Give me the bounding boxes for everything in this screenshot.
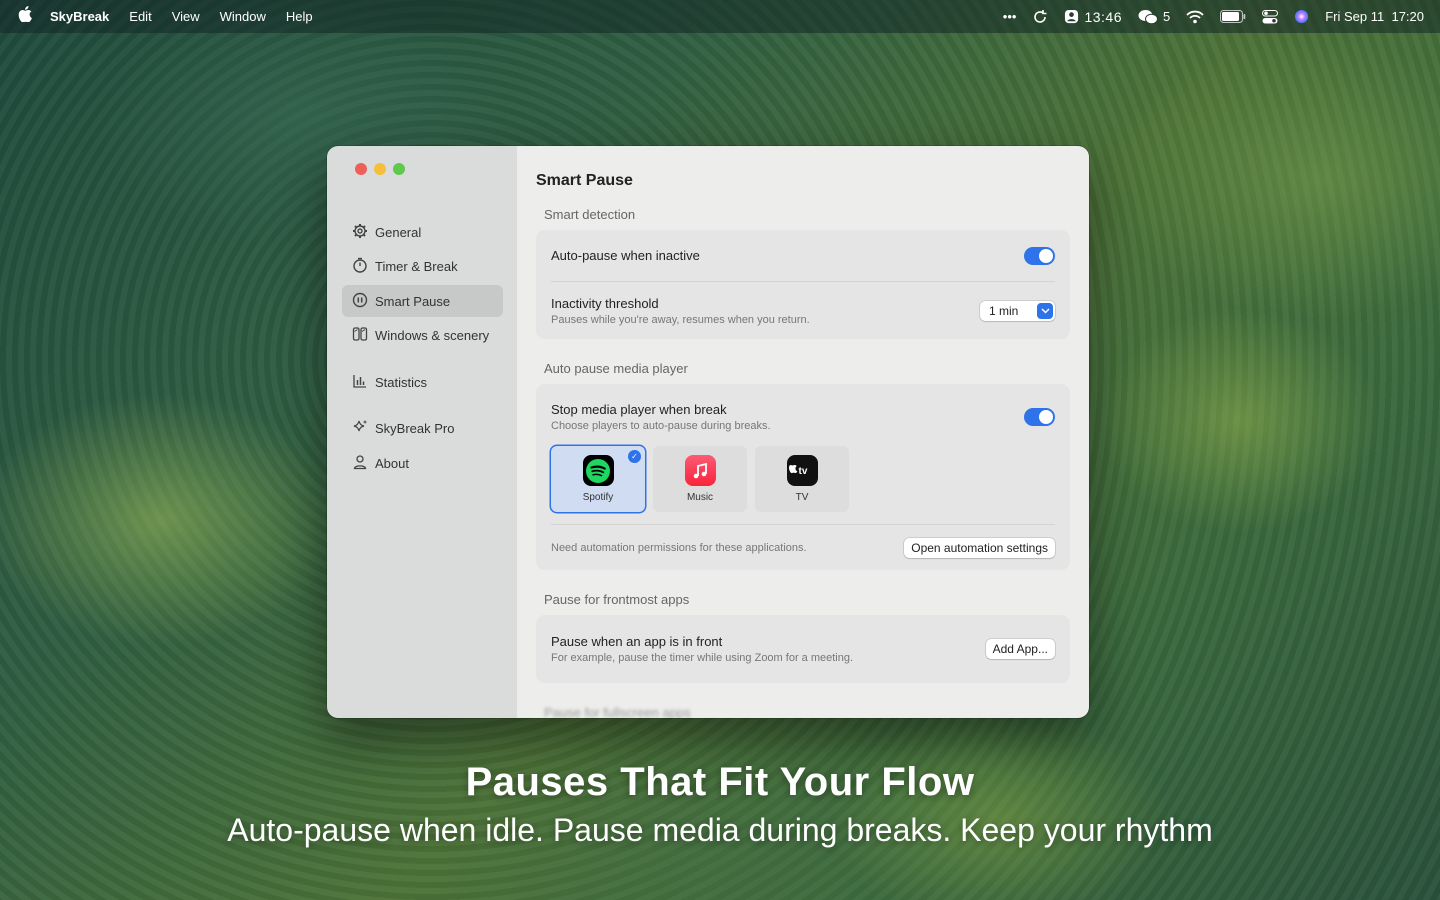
view-menu[interactable]: View — [172, 9, 200, 24]
sparkle-icon — [351, 419, 369, 438]
sidebar-item-label: SkyBreak Pro — [375, 421, 455, 436]
sidebar-item-skybreak-pro[interactable]: SkyBreak Pro — [342, 413, 503, 445]
close-button[interactable] — [355, 163, 367, 175]
media-card: Stop media player when break Choose play… — [536, 384, 1070, 570]
caption-title: Pauses That Fit Your Flow — [465, 760, 975, 804]
sidebar-item-label: About — [375, 455, 409, 471]
auto-pause-toggle[interactable] — [1024, 246, 1055, 265]
date-time[interactable]: Fri Sep 11 17:20 — [1325, 9, 1424, 24]
gear-icon — [351, 223, 369, 242]
media-player-list: ✓ Spotify Music tv TV — [551, 446, 1055, 512]
wechat-status[interactable]: 5 — [1138, 9, 1170, 25]
inactivity-threshold-description: Pauses while you're away, resumes when y… — [551, 313, 810, 326]
stop-media-label: Stop media player when break — [551, 402, 727, 417]
help-menu[interactable]: Help — [286, 9, 313, 24]
player-name: TV — [795, 492, 809, 503]
battery-icon[interactable] — [1220, 10, 1246, 23]
wifi-icon[interactable] — [1186, 10, 1204, 24]
sidebar: General Timer & Break Smart Pause Window… — [327, 146, 517, 718]
windows-icon — [351, 326, 369, 345]
sidebar-item-label: Smart Pause — [375, 293, 451, 309]
sidebar-item-label: Windows & scenery — [375, 328, 490, 343]
stop-media-description: Choose players to auto-pause during brea… — [551, 420, 771, 432]
timer-text: 13:46 — [1084, 8, 1122, 25]
spotify-icon — [582, 455, 614, 486]
chevron-down-icon — [1037, 302, 1053, 319]
skybreak-timer-status[interactable]: 13:46 — [1064, 9, 1122, 25]
more-icon[interactable]: ••• — [1003, 9, 1017, 24]
checkmark-icon: ✓ — [628, 450, 641, 463]
svg-text:tv: tv — [799, 466, 808, 477]
auto-pause-label: Auto-pause when inactive — [551, 248, 700, 263]
inactivity-threshold-select[interactable]: 1 min — [980, 300, 1055, 321]
threshold-value: 1 min — [989, 303, 1019, 318]
section-title-fullscreen: Pause for fullscreen apps — [544, 705, 691, 718]
player-spotify[interactable]: ✓ Spotify — [551, 446, 645, 512]
settings-window: General Timer & Break Smart Pause Window… — [327, 146, 1089, 718]
window-menu[interactable]: Window — [220, 9, 266, 24]
sidebar-item-label: General — [375, 224, 422, 240]
section-title-media: Auto pause media player — [544, 361, 688, 376]
inactivity-threshold-label: Inactivity threshold — [551, 295, 659, 311]
chart-icon — [351, 373, 369, 392]
sidebar-item-about[interactable]: About — [342, 447, 503, 479]
automation-permission-note: Need automation permissions for these ap… — [551, 541, 807, 554]
minimize-button[interactable] — [374, 163, 386, 175]
add-app-button[interactable]: Add App... — [985, 639, 1055, 659]
player-name: Music — [686, 492, 714, 503]
stopwatch-icon — [351, 257, 369, 276]
menu-bar: SkyBreak Edit View Window Help ••• 13:46… — [0, 0, 1440, 33]
person-badge-icon — [1065, 9, 1079, 24]
smart-detection-card: Auto-pause when inactive Inactivity thre… — [536, 230, 1070, 339]
sync-icon[interactable] — [1032, 9, 1048, 25]
control-center-icon[interactable] — [1262, 9, 1279, 24]
sidebar-item-smart-pause[interactable]: Smart Pause — [342, 285, 503, 317]
sidebar-item-windows-scenery[interactable]: Windows & scenery — [342, 320, 503, 352]
player-name: Spotify — [582, 492, 614, 503]
frontmost-label: Pause when an app is in front — [551, 634, 723, 649]
player-tv[interactable]: tv TV — [755, 446, 849, 512]
wechat-count: 5 — [1163, 9, 1171, 24]
page-title: Smart Pause — [536, 172, 633, 189]
wechat-icon — [1138, 9, 1158, 24]
frontmost-description: For example, pause the timer while using… — [551, 652, 854, 664]
music-note-icon — [684, 455, 716, 486]
player-music[interactable]: Music — [653, 446, 747, 512]
apple-menu-icon[interactable] — [18, 6, 32, 27]
caption-subtitle: Auto-pause when idle. Pause media during… — [227, 812, 1213, 848]
sidebar-item-general[interactable]: General — [342, 216, 503, 248]
stop-media-toggle[interactable] — [1024, 408, 1055, 426]
zoom-button[interactable] — [393, 163, 405, 175]
frontmost-card: Pause when an app is in front For exampl… — [536, 615, 1070, 683]
open-automation-settings-button[interactable]: Open automation settings — [904, 537, 1055, 558]
window-controls — [355, 163, 405, 175]
sidebar-item-label: Statistics — [375, 374, 428, 390]
sidebar-item-timer-break[interactable]: Timer & Break — [342, 251, 503, 283]
section-title-frontmost: Pause for frontmost apps — [544, 592, 690, 607]
apple-tv-icon: tv — [786, 455, 818, 486]
siri-icon[interactable] — [1294, 9, 1309, 24]
sidebar-item-statistics[interactable]: Statistics — [342, 366, 503, 398]
pause-circle-icon — [351, 292, 369, 311]
content-pane: Smart Pause Smart detection Auto-pause w… — [517, 146, 1089, 718]
edit-menu[interactable]: Edit — [129, 9, 151, 24]
app-menu[interactable]: SkyBreak — [50, 9, 109, 24]
sidebar-item-label: Timer & Break — [375, 259, 458, 274]
section-title-smart-detection: Smart detection — [544, 207, 636, 222]
person-icon — [351, 454, 369, 473]
